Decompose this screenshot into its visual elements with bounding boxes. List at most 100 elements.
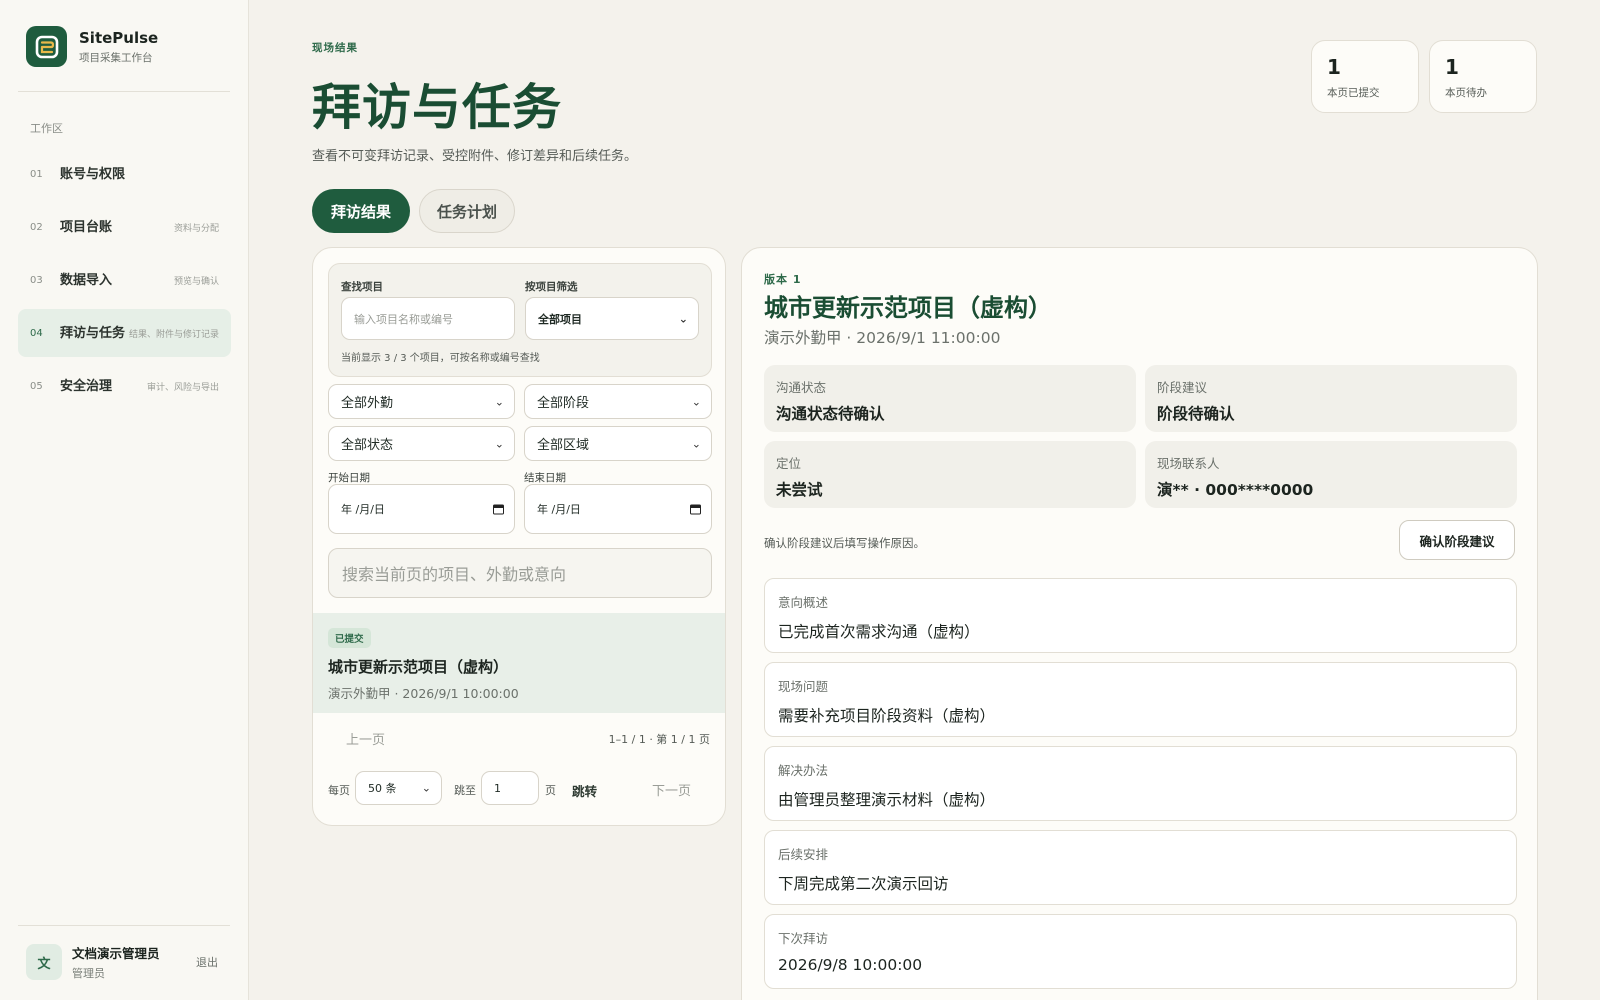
info-card-stage: 阶段建议 阶段待确认 bbox=[1145, 365, 1517, 432]
next-page-button[interactable]: 下一页 bbox=[652, 780, 691, 799]
page-description: 查看不可变拜访记录、受控附件、修订差异和后续任务。 bbox=[312, 149, 638, 164]
nav-hint: 资料与分配 bbox=[173, 223, 219, 234]
info-label: 定位 bbox=[776, 456, 802, 471]
info-label: 阶段建议 bbox=[1157, 380, 1208, 395]
info-card-communication: 沟通状态 沟通状态待确认 bbox=[764, 365, 1136, 432]
jump-label: 跳至 bbox=[454, 784, 476, 797]
stat-label: 本页已提交 bbox=[1327, 87, 1380, 99]
find-label: 查找项目 bbox=[341, 281, 383, 293]
prev-page-button[interactable]: 上一页 bbox=[346, 729, 385, 748]
detail-title: 城市更新示范项目（虚构） bbox=[764, 294, 1052, 322]
stat-pending: 1 本页待办 bbox=[1429, 40, 1537, 113]
confirm-stage-button[interactable]: 确认阶段建议 bbox=[1399, 520, 1515, 560]
user-name: 文档演示管理员 bbox=[72, 946, 160, 961]
chevron-down-icon: ⌄ bbox=[494, 437, 504, 450]
card-value: 已完成首次需求沟通（虚构） bbox=[778, 623, 980, 641]
stage-select[interactable]: 全部阶段 ⌄ bbox=[524, 384, 712, 419]
card-label: 后续安排 bbox=[778, 847, 829, 862]
per-page-label: 每页 bbox=[328, 784, 350, 797]
jump-page-input[interactable]: 1 bbox=[481, 771, 539, 805]
sidebar-divider bbox=[18, 91, 230, 92]
follow-up-card: 后续安排 下周完成第二次演示回访 bbox=[764, 830, 1517, 905]
avatar: 文 bbox=[26, 944, 62, 980]
project-filter-label: 按项目筛选 bbox=[525, 281, 578, 293]
status-badge: 已提交 bbox=[328, 628, 371, 648]
stat-label: 本页待办 bbox=[1445, 87, 1487, 99]
sidebar-item-security[interactable]: 05 安全治理 审计、风险与导出 bbox=[18, 362, 231, 410]
card-label: 意向概述 bbox=[778, 595, 829, 610]
region-select[interactable]: 全部区域 ⌄ bbox=[524, 426, 712, 461]
tab-visit-results[interactable]: 拜访结果 bbox=[312, 189, 410, 233]
select-value: 全部阶段 bbox=[537, 396, 590, 411]
project-search-input[interactable]: 输入项目名称或编号 bbox=[341, 297, 515, 340]
input-value: 1 bbox=[494, 781, 501, 795]
nav-number: 01 bbox=[30, 168, 43, 180]
page-search-input[interactable]: 搜索当前页的项目、外勤或意向 bbox=[328, 548, 712, 598]
info-value: 未尝试 bbox=[776, 481, 823, 499]
app-subtitle: 项目采集工作台 bbox=[79, 51, 153, 64]
nav-number: 05 bbox=[30, 380, 43, 392]
solution-card: 解决办法 由管理员整理演示材料（虚构） bbox=[764, 746, 1517, 821]
card-value: 2026/9/8 10:00:00 bbox=[778, 956, 923, 974]
list-item[interactable]: 已提交 城市更新示范项目（虚构） 演示外勤甲 · 2026/9/1 10:00:… bbox=[313, 613, 725, 713]
card-value: 由管理员整理演示材料（虚构） bbox=[778, 791, 996, 809]
page-unit-label: 页 bbox=[545, 784, 556, 797]
field-staff-select[interactable]: 全部外勤 ⌄ bbox=[328, 384, 515, 419]
info-label: 沟通状态 bbox=[776, 380, 827, 395]
chevron-down-icon: ⌄ bbox=[691, 395, 701, 408]
info-label: 现场联系人 bbox=[1157, 456, 1220, 471]
stat-value: 1 bbox=[1445, 55, 1459, 79]
nav-number: 02 bbox=[30, 221, 43, 233]
placeholder: 搜索当前页的项目、外勤或意向 bbox=[342, 565, 567, 584]
calendar-icon[interactable] bbox=[690, 504, 701, 515]
nav-label: 拜访与任务 bbox=[60, 325, 126, 341]
brand[interactable]: SitePulse 项目采集工作台 bbox=[26, 26, 158, 67]
info-card-contact: 现场联系人 演** · 000****0000 bbox=[1145, 441, 1517, 508]
project-filter-select[interactable]: 全部项目 ⌄ bbox=[525, 297, 699, 340]
visit-list-panel: 查找项目 按项目筛选 输入项目名称或编号 全部项目 ⌄ 当前显示 3 / 3 个… bbox=[312, 247, 726, 826]
sidebar-item-projects[interactable]: 02 项目台账 资料与分配 bbox=[18, 203, 231, 251]
project-count-hint: 当前显示 3 / 3 个项目，可按名称或编号查找 bbox=[341, 353, 540, 364]
list-item-meta: 演示外勤甲 · 2026/9/1 10:00:00 bbox=[328, 686, 519, 701]
project-finder: 查找项目 按项目筛选 输入项目名称或编号 全部项目 ⌄ 当前显示 3 / 3 个… bbox=[328, 263, 712, 377]
confirm-note: 确认阶段建议后填写操作原因。 bbox=[764, 536, 925, 550]
app-name: SitePulse bbox=[79, 28, 159, 47]
start-date-input[interactable]: 年 /月/日 bbox=[328, 484, 515, 534]
site-issue-card: 现场问题 需要补充项目阶段资料（虚构） bbox=[764, 662, 1517, 737]
card-label: 解决办法 bbox=[778, 763, 829, 778]
tab-task-plan[interactable]: 任务计划 bbox=[419, 189, 515, 233]
sidebar: SitePulse 项目采集工作台 工作区 01 账号与权限 02 项目台账 资… bbox=[0, 0, 249, 1000]
user-profile: 文 文档演示管理员 管理员 bbox=[26, 943, 160, 981]
calendar-icon[interactable] bbox=[493, 504, 504, 515]
sidebar-item-accounts[interactable]: 01 账号与权限 bbox=[18, 150, 231, 198]
card-value: 需要补充项目阶段资料（虚构） bbox=[778, 707, 996, 725]
logout-button[interactable]: 退出 bbox=[196, 954, 218, 970]
status-select[interactable]: 全部状态 ⌄ bbox=[328, 426, 515, 461]
stat-submitted: 1 本页已提交 bbox=[1311, 40, 1419, 113]
app-logo-icon bbox=[26, 26, 67, 67]
sidebar-divider bbox=[18, 925, 230, 926]
user-role: 管理员 bbox=[72, 967, 105, 980]
per-page-select[interactable]: 50 条 ⌄ bbox=[355, 771, 442, 805]
detail-meta: 演示外勤甲 · 2026/9/1 11:00:00 bbox=[764, 329, 1001, 347]
select-value: 全部状态 bbox=[341, 438, 394, 453]
list-item-title: 城市更新示范项目（虚构） bbox=[328, 658, 509, 676]
sidebar-item-import[interactable]: 03 数据导入 预览与确认 bbox=[18, 256, 231, 304]
info-value: 演** · 000****0000 bbox=[1157, 481, 1314, 499]
nav-hint: 审计、风险与导出 bbox=[146, 382, 219, 393]
nav-hint: 结果、附件与修订记录 bbox=[128, 329, 219, 340]
page-title: 拜访与任务 bbox=[312, 79, 563, 136]
card-label: 下次拜访 bbox=[778, 931, 829, 946]
select-value: 全部外勤 bbox=[341, 396, 394, 411]
date-placeholder: 年 /月/日 bbox=[341, 503, 385, 516]
next-visit-card: 下次拜访 2026/9/8 10:00:00 bbox=[764, 914, 1517, 989]
select-value: 全部区域 bbox=[537, 438, 590, 453]
sidebar-item-visits[interactable]: 04 拜访与任务 结果、附件与修订记录 bbox=[18, 309, 231, 357]
nav-label: 账号与权限 bbox=[60, 166, 126, 182]
start-date-label: 开始日期 bbox=[328, 472, 370, 484]
nav-label: 数据导入 bbox=[60, 272, 113, 288]
jump-button[interactable]: 跳转 bbox=[572, 781, 597, 800]
nav-label: 安全治理 bbox=[60, 378, 113, 394]
end-date-input[interactable]: 年 /月/日 bbox=[524, 484, 712, 534]
card-label: 现场问题 bbox=[778, 679, 829, 694]
